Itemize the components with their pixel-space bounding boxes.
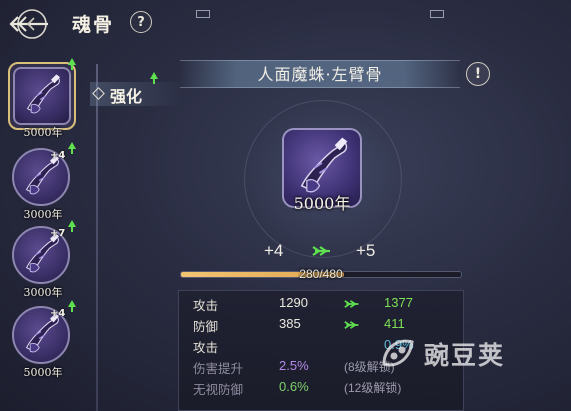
help-button[interactable]: ? [130, 11, 152, 33]
bone-list: 5000年 +4 3000年 +7 3000年 +4 5000年 [0, 54, 90, 411]
divider [96, 64, 98, 411]
bone-plus: +4 [50, 308, 66, 319]
bone-plus: +4 [50, 150, 66, 161]
diamond-icon [92, 87, 105, 100]
unlock-note: (8级解锁) [344, 360, 395, 374]
back-button[interactable] [8, 4, 52, 44]
stat-panel: 攻击 1290 1377 防御 385 411 攻击 0.9% 伤害提升 2.5… [178, 290, 464, 411]
stat-row: 攻击 1290 1377 [179, 295, 465, 314]
banner-deco-icon [196, 10, 210, 18]
stat-value: 2.5% [279, 358, 309, 373]
arrow-right-icon [344, 299, 360, 309]
item-name-banner: 人面魔蛛·左臂骨 [180, 60, 460, 88]
stat-name: 攻击 [193, 340, 219, 355]
stat-current: 1290 [279, 295, 308, 310]
top-bar: 魂骨 ? [0, 0, 571, 48]
bone-year: 5000年 [23, 126, 63, 139]
locked-stat-row: 伤害提升 2.5% (8级解锁) [179, 358, 465, 377]
upgrade-arrow-icon [150, 72, 158, 84]
arrow-right-icon [312, 245, 332, 257]
stat-next: 1377 [384, 295, 413, 310]
stat-next: 411 [384, 316, 405, 331]
stat-row: 攻击 0.9% [179, 337, 465, 356]
arrow-right-icon [344, 320, 360, 330]
xp-text: 280/480 [299, 267, 343, 281]
upgrade-arrow-icon [68, 142, 76, 154]
stat-row: 防御 385 411 [179, 316, 465, 335]
upgrade-arrow-icon [68, 58, 76, 70]
bone-slot[interactable]: +4 3000年 [8, 142, 78, 226]
stat-value: 0.6% [279, 379, 309, 394]
upgrade-arrow-icon [68, 300, 76, 312]
bone-plus: +7 [50, 228, 66, 239]
tab-strengthen[interactable]: 强化 [90, 72, 182, 106]
info-button[interactable]: ! [466, 62, 490, 86]
bone-slot[interactable]: +4 5000年 [8, 300, 78, 384]
stat-next: 0.9% [384, 337, 414, 352]
back-arrow-icon [9, 9, 48, 39]
stat-name: 伤害提升 [193, 361, 244, 376]
stat-name: 无视防御 [193, 382, 244, 397]
item-year: 5000年 [293, 194, 351, 213]
bone-year: 5000年 [23, 366, 63, 379]
locked-stat-row: 无视防御 0.6% (12级解锁) [179, 379, 465, 398]
level-next: +5 [356, 241, 376, 260]
tab-label: 强化 [110, 87, 143, 106]
stat-name: 防御 [193, 319, 219, 334]
bone-slot[interactable]: 5000年 [8, 58, 78, 144]
bone-year: 3000年 [23, 286, 63, 299]
stat-current: 385 [279, 316, 301, 331]
bone-slot[interactable]: +7 3000年 [8, 220, 78, 304]
upgrade-arrow-icon [68, 220, 76, 232]
level-current: +4 [264, 241, 284, 260]
stat-name: 攻击 [193, 298, 219, 313]
banner-deco-icon [430, 10, 444, 18]
page-title: 魂骨 [72, 14, 115, 36]
unlock-note: (12级解锁) [344, 381, 402, 395]
arm-bone-icon [13, 67, 71, 125]
